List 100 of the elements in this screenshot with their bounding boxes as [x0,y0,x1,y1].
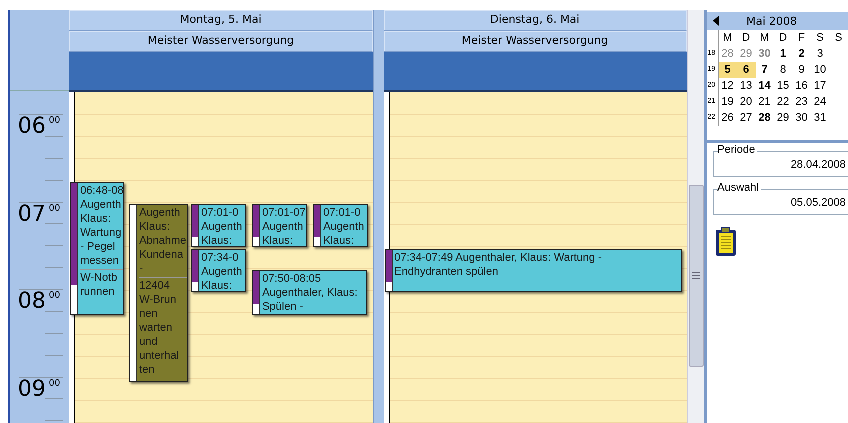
calendar-day[interactable]: 22 [774,94,792,110]
appointment-text: Klaus: [201,234,234,246]
appointment-text: Augenth [201,220,242,234]
appointment-detail: unterhal [139,349,180,363]
calendar-day[interactable]: 23 [792,94,811,110]
scroll-thumb[interactable] [688,185,704,367]
appointment[interactable]: Augenth Klaus: Abnahme Kundena - 12404 W-Brun nen warten und unterhal ten [129,204,188,382]
appointment-text: Augenth [139,206,182,220]
calendar-day[interactable]: 28 [756,110,774,126]
resource-header[interactable]: Meister Wasserversorgung [69,31,373,52]
calendar-day[interactable]: 30 [792,110,811,126]
appointment-text: Spülen - [262,300,304,314]
appointment-detail: warten [139,321,174,335]
appointment-text: messen [80,254,120,268]
previous-month-icon[interactable] [712,16,720,26]
appointment[interactable]: 07:34-07:49 Augenthaler, Klaus: Wartung - Endhydranten spülen [384,249,682,292]
appointment-detail: W-Brun [139,293,178,307]
minute-label: 00 [49,378,60,388]
calendar-day[interactable]: 6 [737,62,756,78]
appointment-text: Klaus: [80,212,112,226]
hour-label: 07 [18,202,46,228]
appointment[interactable]: 07:01-0 Augenth Klaus: [313,204,368,247]
day-header[interactable]: Dienstag, 6. Mai [384,10,687,31]
calendar-day[interactable]: 29 [737,46,756,62]
appointment[interactable]: 07:50-08:05 Augenthaler, Klaus: Spülen - [252,270,368,315]
date-value: 05.05.2008 [790,196,847,209]
weekday-label: F [797,31,806,46]
month-title: Mai 2008 [746,14,798,28]
appointment-text: Wartung [80,226,123,240]
calendar-day[interactable]: 27 [737,110,756,126]
calendar-day[interactable]: 16 [792,78,811,94]
group-label: Auswahl [718,182,762,194]
calendar-day[interactable]: 3 [811,46,830,62]
calendar-day[interactable]: 24 [811,94,830,110]
scrollbar[interactable] [686,10,704,423]
calendar-day[interactable]: 10 [811,62,830,78]
appointment-text: - [139,262,144,276]
weekday-label: M [759,31,770,46]
grip-icon [692,272,700,280]
hour-label: 09 [18,376,46,402]
calendar-day[interactable]: 13 [737,78,756,94]
calendar-day[interactable]: 12 [718,78,737,94]
group-label: Periode [718,144,758,156]
calendar-day[interactable]: 17 [811,78,830,94]
appointment-text: Augenth [80,198,122,212]
appointment[interactable]: 06:48-08 Augenth Klaus: Wartung - Pegel messen W-Notb runnen [70,182,124,315]
weekday-label: M [722,31,734,46]
appointment-text: 07:01-0 [323,206,362,220]
appointment-text: Endhydranten spülen [394,265,500,279]
calendar-day[interactable]: 19 [718,94,737,110]
minute-label: 00 [49,291,60,301]
appointment-text: Augenth [262,220,304,234]
hour-label: 08 [18,289,46,315]
appointment-text: 07:50-08:05 [262,272,322,286]
calendar-day[interactable]: 30 [756,46,774,62]
appointment-detail: 12404 [139,279,172,293]
calendar-day[interactable]: 1 [774,46,792,62]
weekday-label: D [778,31,788,46]
appointment[interactable]: 07:01-07 Augenth Klaus: [252,204,308,247]
weekday-label: S [834,31,844,46]
calendar-day[interactable]: 28 [718,46,737,62]
calendar-day[interactable]: 20 [737,94,756,110]
calendar-day[interactable]: 31 [811,110,830,126]
calendar-day[interactable]: 26 [718,110,737,126]
appointment-text: Abnahme [139,234,187,248]
appointment-text: - Pegel [80,240,116,254]
calendar-day[interactable]: 5 [718,62,737,78]
day-header[interactable]: Montag, 5. Mai [69,10,373,31]
calendar-day[interactable]: 9 [792,62,811,78]
appointment-text: Augenthaler, Klaus: [262,286,358,300]
weekday-label: S [816,31,825,46]
appointment-detail: W-Notb [80,271,119,285]
appointment-detail: runnen [80,285,116,299]
appointment-text: 07:01-0 [201,206,240,220]
appointment-text: 06:48-08 [80,184,124,198]
appointment-detail: nen [139,307,159,321]
appointment-text: Klaus: [262,234,294,246]
appointment-text: Klaus: [323,234,356,246]
calendar-day[interactable]: 21 [756,94,774,110]
appointment-text: 07:01-07 [262,206,306,220]
calendar-day[interactable]: 2 [792,46,811,62]
clipboard-icon[interactable] [714,227,736,257]
date-value: 28.04.2008 [790,158,847,171]
resource-header[interactable]: Meister Wasserversorgung [384,31,687,52]
appointment-text: Klaus: [201,279,234,291]
appointment[interactable]: 07:01-0 Augenth Klaus: [191,204,246,247]
appointment-text: 07:34-0 [201,251,240,265]
calendar-day[interactable]: 29 [774,110,792,126]
appointment-detail: ten [139,363,156,377]
calendar-day[interactable]: 8 [774,62,792,78]
appointment[interactable]: 07:34-0 Augenth Klaus: [191,249,246,292]
hour-label: 06 [18,114,46,140]
minute-label: 00 [49,204,60,214]
calendar-day[interactable]: 14 [756,78,774,94]
appointment-text: Augenth [323,220,364,234]
calendar-day[interactable]: 7 [756,62,774,78]
appointment-text: 07:34-07:49 Augenthaler, Klaus: Wartung - [394,251,602,265]
appointment-text: Klaus: [139,220,172,234]
calendar-day[interactable]: 15 [774,78,792,94]
minute-label: 00 [49,116,60,126]
